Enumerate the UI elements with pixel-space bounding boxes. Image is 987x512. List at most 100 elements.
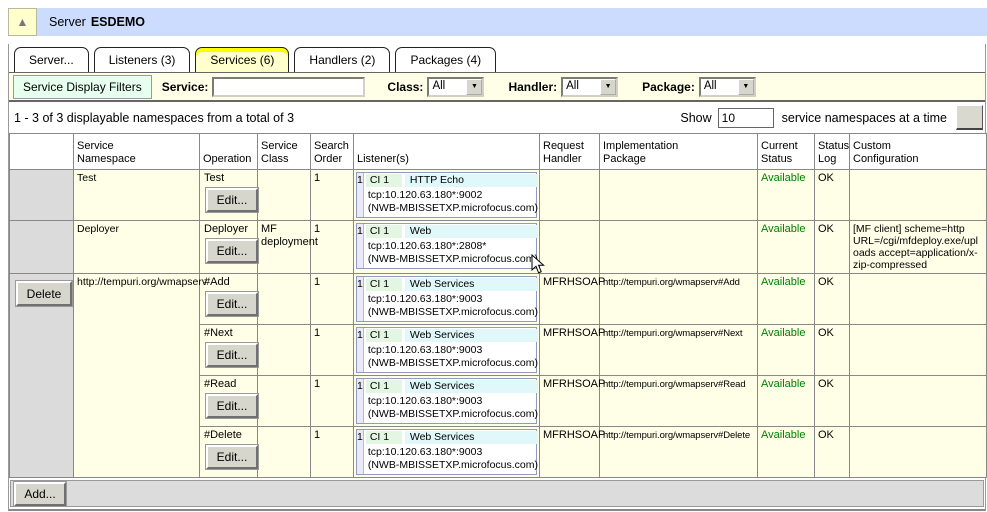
search-order-cell: 1 [311,376,354,427]
listener-cell: 1 CI 1 Web Services tcp:10.120.63.180*:9… [354,325,540,376]
listener-box: 1 CI 1 HTTP Echo tcp:10.120.63.180*:9002… [356,172,537,218]
listener-cell: 1 CI 1 Web tcp:10.120.63.180*:2808* (NWB… [354,221,540,274]
current-status-cell: Available [758,325,815,376]
edit-button[interactable]: Edit... [206,292,258,316]
status-log-cell: OK [815,325,850,376]
service-filter-input[interactable] [212,77,365,97]
collapse-button[interactable]: ▲ [8,8,37,36]
search-order-cell: 1 [311,170,354,221]
listener-host: (NWB-MBISSETXP.microfocus.com) [368,408,538,421]
current-status-cell: Available [758,170,815,221]
paging-button[interactable] [956,105,983,130]
implementation-package-cell [600,221,758,274]
operation-name: #Delete [203,429,254,442]
status-log-cell: OK [815,274,850,325]
delete-button[interactable]: Delete [16,281,72,306]
custom-configuration-cell [850,376,987,427]
service-namespace-cell: Test [74,170,200,221]
paging-bar: 1 - 3 of 3 displayable namespaces from a… [9,102,985,133]
implementation-package-cell: http://tempuri.org/wmapserv#Read [600,376,758,427]
operation-name: Test [203,172,254,185]
handler-filter-select[interactable]: All ▼ [561,77,618,97]
col-header-request-handler: Request Handler [540,134,600,170]
tab-bar: Server... Listeners (3) Services (6) Han… [9,44,985,72]
show-label: Show [680,111,711,125]
server-title-bar: Server ESDEMO [37,8,987,36]
status-log-cell: OK [815,170,850,221]
namespace-count-summary: 1 - 3 of 3 displayable namespaces from a… [14,111,294,125]
service-class-cell [258,427,311,478]
service-class-cell [258,376,311,427]
operation-cell: #Delete Edit... [200,427,258,478]
tab-handlers[interactable]: Handlers (2) [294,47,390,72]
handler-filter-value: All [563,79,600,95]
custom-configuration-cell [850,325,987,376]
current-status-cell: Available [758,427,815,478]
current-status-cell: Available [758,376,815,427]
listener-address: tcp:10.120.63.180*:9003 [368,344,538,357]
edit-button[interactable]: Edit... [206,239,258,263]
listener-name: Web Services [405,329,538,342]
operation-cell: #Add Edit... [200,274,258,325]
edit-button[interactable]: Edit... [206,343,258,367]
services-table: Service Namespace Operation Service Clas… [9,133,987,478]
implementation-package-cell [600,170,758,221]
search-order-cell: 1 [311,274,354,325]
service-class-cell [258,170,311,221]
listener-host: (NWB-MBISSETXP.microfocus.com) [368,459,538,472]
edit-button[interactable]: Edit... [206,445,258,469]
col-header-actions [10,134,74,170]
row-actions-cell [10,221,74,274]
tab-services[interactable]: Services (6) [195,47,289,72]
package-filter-select[interactable]: All ▼ [699,77,756,97]
tab-services-label: Services (6) [210,53,274,67]
tab-listeners[interactable]: Listeners (3) [94,47,191,72]
add-button[interactable]: Add... [14,482,66,506]
service-namespace-cell: Deployer [74,221,200,274]
listener-box: 1 CI 1 Web Services tcp:10.120.63.180*:9… [356,378,537,424]
chevron-down-icon[interactable]: ▼ [738,79,754,95]
tab-server[interactable]: Server... [14,47,89,72]
listener-host: (NWB-MBISSETXP.microfocus.com) [368,202,538,215]
chevron-down-icon[interactable]: ▼ [466,79,482,95]
listener-number: 1 [357,224,364,268]
listener-address: tcp:10.120.63.180*:9003 [368,293,538,306]
edit-button[interactable]: Edit... [206,188,258,212]
listener-cell: 1 CI 1 HTTP Echo tcp:10.120.63.180*:9002… [354,170,540,221]
tab-handlers-label: Handlers (2) [309,53,375,67]
custom-configuration-cell [850,274,987,325]
status-log-cell: OK [815,427,850,478]
current-status-cell: Available [758,274,815,325]
implementation-package-cell: http://tempuri.org/wmapserv#Delete [600,427,758,478]
col-header-search-order: Search Order [311,134,354,170]
listener-address: tcp:10.120.63.180*:9002 [368,189,538,202]
chevron-down-icon[interactable]: ▼ [600,79,616,95]
content-frame: Server... Listeners (3) Services (6) Han… [8,44,986,511]
class-filter-value: All [429,79,466,95]
edit-button[interactable]: Edit... [206,394,258,418]
implementation-package-cell: http://tempuri.org/wmapserv#Add [600,274,758,325]
table-header-row: Service Namespace Operation Service Clas… [10,134,987,170]
class-filter-select[interactable]: All ▼ [427,77,484,97]
operation-cell: #Read Edit... [200,376,258,427]
listener-ci: CI 1 [366,380,402,393]
listener-address: tcp:10.120.63.180*:9003 [368,446,538,459]
request-handler-cell: MFRHSOAP [540,325,600,376]
custom-configuration-cell [850,170,987,221]
operation-name: Deployer [203,223,254,236]
listener-name: Web Services [405,278,538,291]
listener-cell: 1 CI 1 Web Services tcp:10.120.63.180*:9… [354,427,540,478]
listener-host: (NWB-MBISSETXP.microfocus.com) [368,253,538,266]
listener-ci: CI 1 [366,431,402,444]
col-header-operation: Operation [200,134,258,170]
listener-cell: 1 CI 1 Web Services tcp:10.120.63.180*:9… [354,274,540,325]
tab-packages[interactable]: Packages (4) [395,47,496,72]
listener-address: tcp:10.120.63.180*:9003 [368,395,538,408]
listener-name: HTTP Echo [405,174,538,187]
col-header-current-status: Current Status [758,134,815,170]
listener-name: Web Services [405,431,538,444]
listener-number: 1 [357,379,364,423]
listener-number: 1 [357,173,364,217]
col-header-service-namespace: Service Namespace [74,134,200,170]
show-count-input[interactable] [718,108,774,128]
